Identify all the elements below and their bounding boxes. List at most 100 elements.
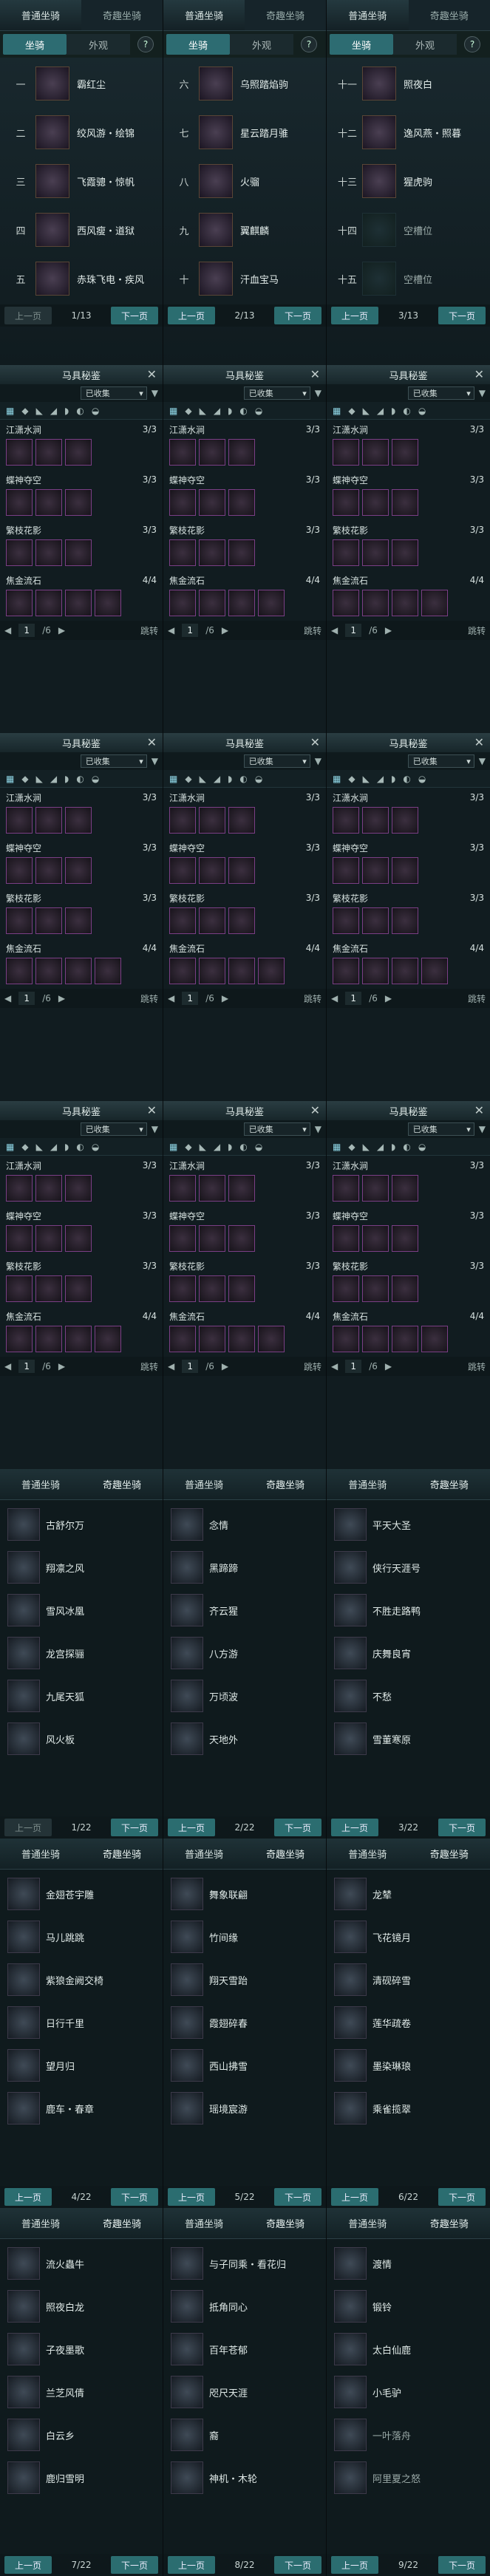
saddle-item-icon[interactable] bbox=[333, 1225, 359, 1252]
saddle-item-icon[interactable] bbox=[6, 489, 33, 516]
saddle-item-icon[interactable] bbox=[6, 1275, 33, 1302]
category-icon[interactable]: ▦ bbox=[333, 774, 341, 784]
fun-mount-row[interactable]: 霞翅碎春 bbox=[163, 2001, 326, 2044]
saddle-item-icon[interactable] bbox=[35, 489, 62, 516]
saddle-item-icon[interactable] bbox=[392, 857, 418, 884]
collected-filter-select[interactable]: 已收集 ▾ bbox=[80, 1122, 147, 1136]
category-icon[interactable]: ◐ bbox=[239, 406, 247, 416]
category-icon[interactable]: ◣ bbox=[36, 406, 43, 416]
fun-mount-row[interactable]: 阿里夏之怒 bbox=[327, 2456, 490, 2499]
fun-mount-row[interactable]: 八方游 bbox=[163, 1632, 326, 1674]
saddle-item-icon[interactable] bbox=[392, 590, 418, 616]
mount-row[interactable]: 六 乌照踏焰驹 bbox=[163, 59, 326, 108]
close-icon[interactable]: ✕ bbox=[310, 367, 320, 381]
tab-fun[interactable]: 奇趣坐骑 bbox=[81, 1847, 163, 1861]
fun-mount-row[interactable]: 清砚碎雪 bbox=[327, 1958, 490, 2001]
page-input[interactable]: 1 bbox=[182, 992, 199, 1005]
saddle-item-icon[interactable] bbox=[421, 1326, 448, 1352]
close-icon[interactable]: ✕ bbox=[310, 735, 320, 749]
close-icon[interactable]: ✕ bbox=[474, 735, 484, 749]
category-icon[interactable]: ▦ bbox=[169, 774, 177, 784]
tab-normal[interactable]: 普通坐骑 bbox=[0, 1477, 81, 1491]
tab-normal[interactable]: 普通坐骑 bbox=[0, 1847, 81, 1861]
saddle-item-icon[interactable] bbox=[35, 958, 62, 984]
page-input[interactable]: 1 bbox=[18, 992, 35, 1005]
next-page-button[interactable]: 下一页 bbox=[438, 2188, 486, 2206]
category-icon[interactable]: ◣ bbox=[363, 774, 370, 784]
saddle-item-icon[interactable] bbox=[65, 439, 92, 466]
saddle-item-icon[interactable] bbox=[362, 539, 389, 566]
tab-fun[interactable]: 奇趣坐骑 bbox=[81, 1477, 163, 1491]
saddle-item-icon[interactable] bbox=[35, 807, 62, 834]
category-icon[interactable]: ◒ bbox=[418, 774, 426, 784]
category-icon[interactable]: ◗ bbox=[228, 406, 232, 416]
category-icon[interactable]: ◣ bbox=[363, 406, 370, 416]
fun-mount-row[interactable]: 鹿车・春章 bbox=[0, 2087, 163, 2130]
filter-icon[interactable]: ▼ bbox=[152, 388, 158, 398]
next-arrow-icon[interactable]: ▶ bbox=[58, 1361, 65, 1372]
category-icon[interactable]: ◗ bbox=[64, 774, 69, 784]
category-icon[interactable]: ◢ bbox=[50, 1142, 57, 1152]
prev-arrow-icon[interactable]: ◀ bbox=[331, 1361, 338, 1372]
saddle-item-icon[interactable] bbox=[199, 489, 225, 516]
category-icon[interactable]: ◒ bbox=[255, 406, 262, 416]
fun-mount-row[interactable]: 雪风冰凰 bbox=[0, 1589, 163, 1632]
saddle-item-icon[interactable] bbox=[228, 1275, 255, 1302]
saddle-item-icon[interactable] bbox=[199, 1275, 225, 1302]
next-page-button[interactable]: 下一页 bbox=[438, 2556, 486, 2574]
saddle-item-icon[interactable] bbox=[95, 1326, 121, 1352]
saddle-item-icon[interactable] bbox=[392, 439, 418, 466]
saddle-item-icon[interactable] bbox=[6, 857, 33, 884]
fun-mount-row[interactable]: 乘雀揽翠 bbox=[327, 2087, 490, 2130]
saddle-item-icon[interactable] bbox=[228, 907, 255, 934]
fun-mount-row[interactable]: 裔 bbox=[163, 2413, 326, 2456]
saddle-item-icon[interactable] bbox=[362, 1175, 389, 1202]
tab-normal[interactable]: 普通坐骑 bbox=[0, 0, 81, 30]
fun-mount-row[interactable]: 太白仙鹿 bbox=[327, 2328, 490, 2371]
close-icon[interactable]: ✕ bbox=[147, 367, 157, 381]
saddle-item-icon[interactable] bbox=[169, 539, 196, 566]
saddle-item-icon[interactable] bbox=[421, 958, 448, 984]
fun-mount-row[interactable]: 天地外 bbox=[163, 1717, 326, 1760]
fun-mount-row[interactable]: 平天大圣 bbox=[327, 1503, 490, 1546]
fun-mount-row[interactable]: 龙辇 bbox=[327, 1873, 490, 1915]
mount-row[interactable]: 五 赤珠飞电・疾风 bbox=[0, 254, 163, 303]
saddle-item-icon[interactable] bbox=[169, 489, 196, 516]
collected-filter-select[interactable]: 已收集 ▾ bbox=[407, 754, 474, 768]
prev-page-button[interactable]: 上一页 bbox=[4, 307, 52, 324]
collected-filter-select[interactable]: 已收集 ▾ bbox=[243, 386, 310, 400]
jump-button[interactable]: 跳转 bbox=[304, 624, 321, 637]
category-icon[interactable]: ◆ bbox=[21, 406, 28, 416]
fun-mount-row[interactable]: 紫狼金阙交椅 bbox=[0, 1958, 163, 2001]
fun-mount-row[interactable]: 西山拂雪 bbox=[163, 2044, 326, 2087]
fun-mount-row[interactable]: 与子同乘・看花归 bbox=[163, 2242, 326, 2285]
saddle-item-icon[interactable] bbox=[333, 807, 359, 834]
saddle-item-icon[interactable] bbox=[333, 1175, 359, 1202]
next-page-button[interactable]: 下一页 bbox=[110, 307, 158, 324]
fun-mount-row[interactable]: 鹿归雪明 bbox=[0, 2456, 163, 2499]
saddle-item-icon[interactable] bbox=[228, 590, 255, 616]
filter-icon[interactable]: ▼ bbox=[315, 756, 321, 766]
filter-icon[interactable]: ▼ bbox=[315, 1124, 321, 1134]
next-arrow-icon[interactable]: ▶ bbox=[58, 993, 65, 1004]
collected-filter-select[interactable]: 已收集 ▾ bbox=[243, 1122, 310, 1136]
close-icon[interactable]: ✕ bbox=[147, 1103, 157, 1117]
mount-row[interactable]: 十四 空槽位 bbox=[327, 205, 490, 254]
category-icon[interactable]: ◗ bbox=[391, 774, 395, 784]
saddle-item-icon[interactable] bbox=[65, 1225, 92, 1252]
fun-mount-row[interactable]: 竹间缘 bbox=[163, 1915, 326, 1958]
fun-mount-row[interactable]: 兰芝风倩 bbox=[0, 2371, 163, 2413]
category-icon[interactable]: ◣ bbox=[363, 1142, 370, 1152]
category-icon[interactable]: ◐ bbox=[76, 1142, 84, 1152]
next-page-button[interactable]: 下一页 bbox=[273, 2556, 321, 2574]
saddle-item-icon[interactable] bbox=[228, 489, 255, 516]
category-icon[interactable]: ◒ bbox=[92, 1142, 99, 1152]
tab-fun[interactable]: 奇趣坐骑 bbox=[409, 1477, 490, 1491]
tab-fun[interactable]: 奇趣坐骑 bbox=[245, 2216, 326, 2230]
saddle-item-icon[interactable] bbox=[362, 1225, 389, 1252]
tab-normal[interactable]: 普通坐骑 bbox=[163, 1477, 245, 1491]
category-icon[interactable]: ◢ bbox=[377, 774, 384, 784]
saddle-item-icon[interactable] bbox=[65, 539, 92, 566]
close-icon[interactable]: ✕ bbox=[474, 1103, 484, 1117]
saddle-item-icon[interactable] bbox=[35, 590, 62, 616]
